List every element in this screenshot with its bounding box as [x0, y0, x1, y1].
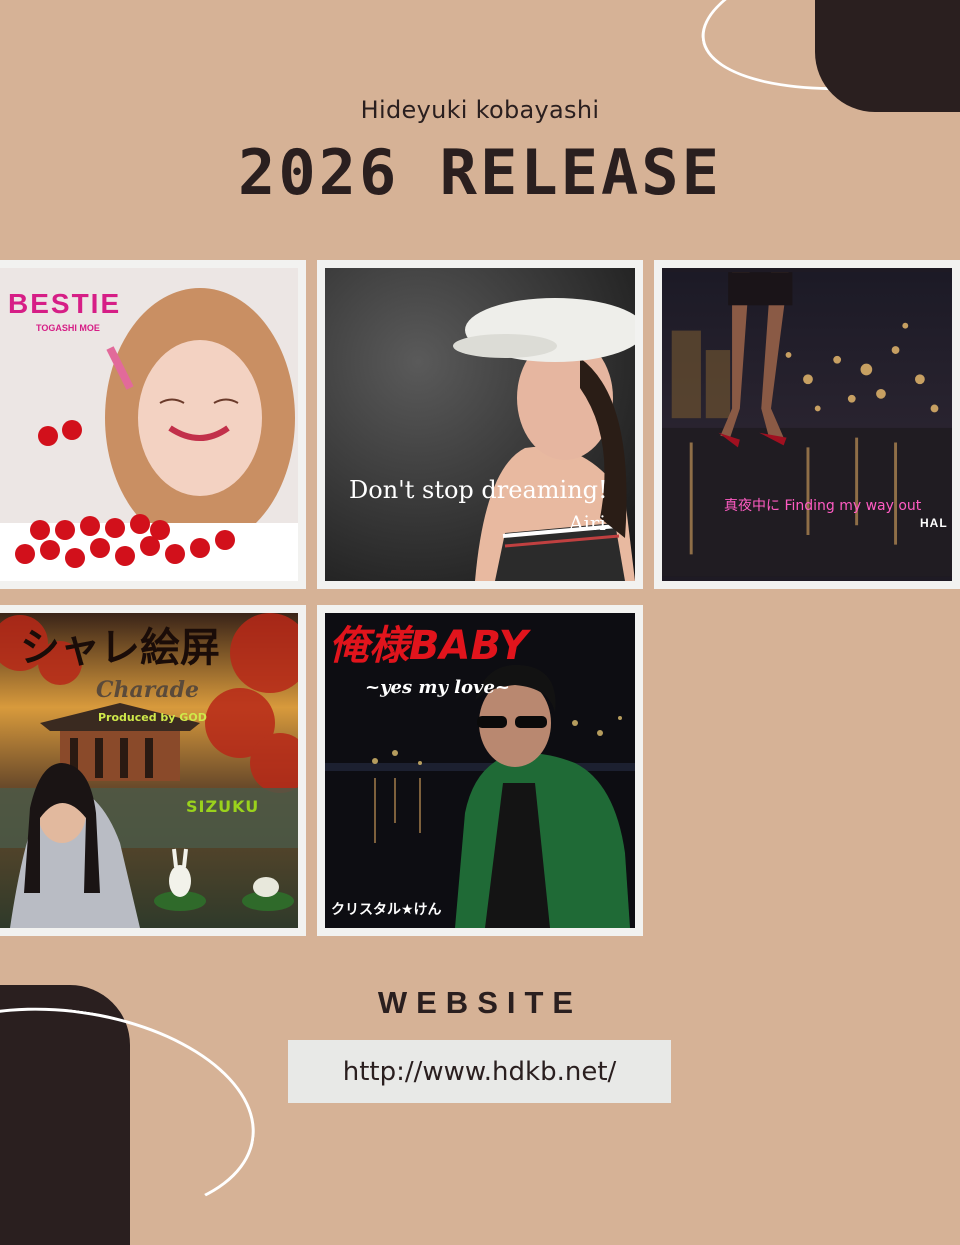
release-card-oresama-baby[interactable]: 俺様BABY ~yes my love~ クリスタル★けん [317, 605, 643, 936]
release-card-finding-my-way-out[interactable]: 真夜中に Finding my way out HAL [654, 260, 960, 589]
release-card-charade[interactable]: シャレ絵屏 Charade Produced by GOD SIZUKU [0, 605, 306, 936]
album-cover: Don't stop dreaming! Airi [325, 268, 635, 581]
night-city-legs-icon [662, 272, 952, 577]
cover-artist: HAL [920, 516, 948, 530]
cover-title: 俺様BABY [329, 623, 528, 669]
artist-name: Hideyuki kobayashi [360, 96, 600, 124]
page-title: 2026 RELEASE [238, 136, 722, 209]
cover-artist: TOGASHI MOE [36, 323, 100, 333]
release-card-bestie[interactable]: BESTIE TOGASHI MOE [0, 260, 306, 589]
album-cover: シャレ絵屏 Charade Produced by GOD SIZUKU [0, 613, 298, 928]
cover-artist: Airi [569, 511, 606, 535]
cover-title: シャレ絵屏 [20, 624, 220, 671]
decorative-arc-bottom [0, 984, 269, 1242]
cover-producer: Produced by GOD [98, 711, 207, 724]
cover-subtitle: ~yes my love~ [365, 677, 511, 698]
website-label: WEBSITE [377, 985, 583, 1020]
album-cover: BESTIE TOGASHI MOE [0, 268, 298, 581]
website-url-link[interactable]: http://www.hdkb.net/ [288, 1040, 671, 1103]
cover-title: Don't stop dreaming! [349, 476, 608, 504]
album-cover: 真夜中に Finding my way out HAL [662, 268, 952, 581]
cover-artist: クリスタル★けん [331, 902, 442, 918]
release-card-dont-stop-dreaming[interactable]: Don't stop dreaming! Airi [317, 260, 643, 589]
album-cover: 俺様BABY ~yes my love~ クリスタル★けん [325, 613, 635, 928]
cover-artist: SIZUKU [186, 797, 260, 816]
cover-title: 真夜中に Finding my way out [724, 498, 922, 514]
cover-subtitle: Charade [96, 677, 199, 703]
cover-title: BESTIE [8, 288, 122, 319]
